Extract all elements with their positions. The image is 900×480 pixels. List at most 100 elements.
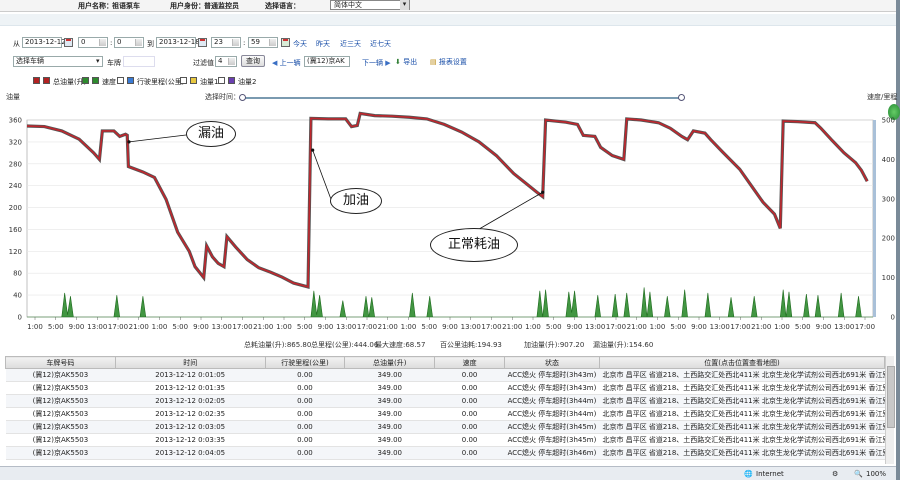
report-settings-link[interactable]: ▤ 报表设置 (430, 57, 467, 67)
today-link[interactable]: 今天 (293, 39, 307, 49)
end-min-spinner[interactable]: 59 (248, 37, 278, 48)
table-cell: 349.00 (344, 381, 435, 395)
end-date-input[interactable]: 2013-12-18 (156, 37, 200, 48)
x-tick-label: 13:00 (87, 323, 107, 331)
column-header[interactable]: 位置(点击位置查看地图) (598, 356, 886, 369)
column-header[interactable]: 总油量(升) (344, 356, 436, 369)
x-tick-label: 13:00 (710, 323, 730, 331)
zone-label: Internet (756, 470, 784, 478)
table-cell: 0.00 (434, 407, 505, 421)
column-header[interactable]: 速度 (434, 356, 505, 369)
table-row[interactable]: (冀12)京AK5503 2013-12-12 0:04:05 0.00 349.00… (5, 446, 885, 460)
annotation-refuel: 加油 (330, 188, 382, 214)
calendar-green-icon[interactable] (281, 38, 290, 47)
calendar-icon[interactable] (64, 38, 73, 47)
legend-checkbox[interactable] (218, 77, 225, 84)
x-tick-label: 13:00 (336, 323, 356, 331)
last-three-days-link[interactable]: 近三天 (340, 39, 361, 49)
annotation-arrow-head (541, 190, 545, 194)
table-scrollbar[interactable] (885, 356, 895, 464)
table-cell: 349.00 (344, 407, 435, 421)
vehicle-select-arrow-icon[interactable]: ▾ (96, 57, 100, 65)
language-select[interactable]: 简体中文 (330, 0, 410, 10)
start-date-input[interactable]: 2013-12-12 (22, 37, 66, 48)
location-link[interactable]: 北京市 昌平区 省道218、土西路交汇处西北411米 北京生龙化学试剂公司西北6… (599, 420, 885, 434)
zoom-icon[interactable]: 🔍 (854, 470, 863, 478)
vehicle-select[interactable]: 选择车辆 (13, 56, 103, 67)
user-name: 祖语泵车 (112, 2, 140, 10)
table-row[interactable]: (冀12)京AK5503 2013-12-12 0:01:05 0.00 349.00… (5, 368, 885, 382)
y-tick-left: 40 (13, 292, 22, 300)
legend-swatch (43, 77, 50, 84)
table-cell: ACC熄火 停车超时(3h44m) (504, 394, 600, 408)
table-cell: (冀12)京AK5503 (5, 368, 116, 382)
table-cell: 349.00 (344, 446, 435, 460)
table-cell: 0.00 (265, 407, 345, 421)
legend-checkbox[interactable] (117, 77, 124, 84)
stat-refuel: 加油量(升):907.20 (524, 341, 585, 349)
filter-value-spinner[interactable]: 4 (215, 56, 237, 67)
legend-swatch (127, 77, 134, 84)
plate-input[interactable] (123, 56, 155, 67)
right-arrow-icon: ▶ (385, 59, 391, 67)
location-link[interactable]: 北京市 昌平区 省道218、土西路交汇处西北411米 北京生龙化学试剂公司西北6… (599, 381, 885, 395)
table-row[interactable]: (冀12)京AK5503 2013-12-12 0:02:05 0.00 349.00… (5, 394, 885, 408)
legend-checkbox[interactable] (180, 77, 187, 84)
x-tick-label: 17:00 (232, 323, 252, 331)
table-cell: 349.00 (344, 420, 435, 434)
next-vehicle-label: 下一辆 (362, 59, 383, 67)
column-header[interactable]: 车牌号码 (5, 356, 116, 369)
x-tick-label: 17:00 (730, 323, 750, 331)
table-row[interactable]: (冀12)京AK5503 2013-12-12 0:03:35 0.00 349.00… (5, 433, 885, 447)
time-range-slider[interactable] (243, 97, 681, 99)
x-tick-label: 9:00 (816, 323, 832, 331)
next-vehicle-link[interactable]: 下一辆 ▶ (362, 58, 391, 68)
location-link[interactable]: 北京市 昌平区 省道218、土西路交汇处西北411米 北京生龙化学试剂公司西北6… (599, 368, 885, 382)
column-header[interactable]: 行驶里程(公里) (264, 356, 346, 369)
prev-vehicle-link[interactable]: ◀ 上一辆 (272, 58, 301, 68)
current-vehicle-select[interactable]: (冀12)京AK (304, 56, 350, 67)
table-cell: 0.00 (434, 368, 505, 382)
legend-checkbox[interactable] (82, 77, 89, 84)
x-tick-label: 1:00 (525, 323, 541, 331)
table-cell: 0.00 (265, 381, 345, 395)
yesterday-link[interactable]: 昨天 (316, 39, 330, 49)
report-settings-label: 报表设置 (438, 58, 467, 66)
column-header[interactable]: 状态 (504, 356, 600, 369)
y-tick-right: 200 (882, 235, 895, 243)
legend-swatch (190, 77, 197, 84)
x-tick-label: 21:00 (378, 323, 398, 331)
location-link[interactable]: 北京市 昌平区 省道218、土西路交汇处西北411米 北京生龙化学试剂公司西北6… (599, 433, 885, 447)
report-icon: ▤ (430, 58, 437, 66)
calendar-icon[interactable] (198, 38, 207, 47)
zoom-level[interactable]: 100% (866, 470, 886, 478)
column-header[interactable]: 时间 (114, 356, 266, 369)
table-row[interactable]: (冀12)京AK5503 2013-12-12 0:02:35 0.00 349.00… (5, 407, 885, 421)
location-link[interactable]: 北京市 昌平区 省道218、土西路交汇处西北411米 北京生龙化学试剂公司西北6… (599, 446, 885, 460)
annotation-arrow-head (127, 140, 131, 144)
y-tick-left: 80 (13, 270, 22, 278)
last-seven-days-link[interactable]: 近七天 (370, 39, 391, 49)
table-row[interactable]: (冀12)京AK5503 2013-12-12 0:01:35 0.00 349.00… (5, 381, 885, 395)
export-link[interactable]: ⬇ 导出 (395, 57, 417, 67)
query-button[interactable]: 查询 (241, 55, 265, 67)
from-label: 从 (13, 40, 20, 48)
legend-swatch (92, 77, 99, 84)
table-cell: 0.00 (265, 368, 345, 382)
user-role: 普通监控员 (204, 2, 239, 10)
x-tick-label: 5:00 (546, 323, 562, 331)
colon-label: : (243, 39, 246, 47)
x-tick-label: 17:00 (108, 323, 128, 331)
location-link[interactable]: 北京市 昌平区 省道218、土西路交汇处西北411米 北京生龙化学试剂公司西北6… (599, 407, 885, 421)
table-cell: (冀12)京AK5503 (5, 433, 116, 447)
start-min-spinner[interactable]: 0 (114, 37, 144, 48)
table-cell: 0.00 (265, 420, 345, 434)
table-cell: 0.00 (434, 433, 505, 447)
x-tick-label: 21:00 (751, 323, 771, 331)
y-tick-right: 400 (882, 156, 895, 164)
legend-checkbox[interactable] (33, 77, 40, 84)
start-hour-spinner[interactable]: 0 (78, 37, 108, 48)
location-link[interactable]: 北京市 昌平区 省道218、土西路交汇处西北411米 北京生龙化学试剂公司西北6… (599, 394, 885, 408)
end-hour-spinner[interactable]: 23 (211, 37, 241, 48)
table-row[interactable]: (冀12)京AK5503 2013-12-12 0:03:05 0.00 349.00… (5, 420, 885, 434)
